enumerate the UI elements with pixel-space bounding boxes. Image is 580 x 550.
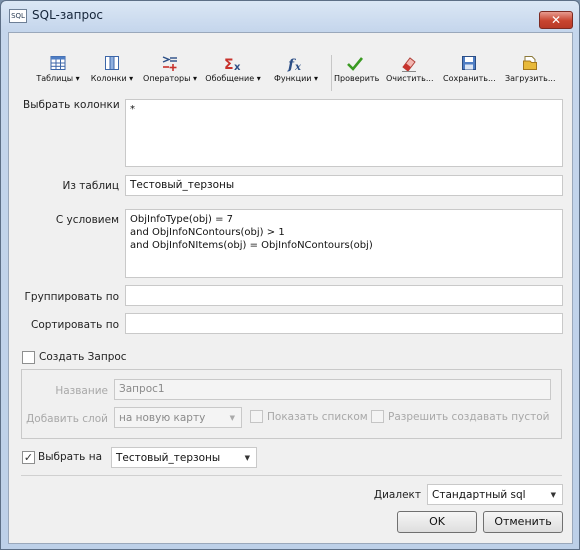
chevron-down-icon: ▼ bbox=[550, 491, 556, 499]
select-on-dropdown[interactable]: Тестовый_терзоны ▼ bbox=[111, 447, 257, 468]
window-title: SQL-запрос bbox=[32, 8, 104, 22]
check-label: Проверить bbox=[334, 74, 380, 83]
columns-icon bbox=[89, 55, 135, 73]
where-label: С условием bbox=[55, 214, 119, 226]
eraser-icon bbox=[386, 55, 432, 73]
save-disk-icon bbox=[443, 55, 495, 73]
sql-app-icon: SQL bbox=[9, 9, 27, 23]
select-on-checkbox[interactable]: ✓ bbox=[22, 451, 35, 464]
where-condition-field[interactable]: ObjInfoType(obj) = 7 and ObjInfoNContour… bbox=[125, 209, 563, 278]
check-button[interactable]: Проверить bbox=[334, 55, 380, 89]
select-columns-field[interactable]: * bbox=[125, 99, 563, 167]
save-button[interactable]: Сохранить... bbox=[443, 55, 496, 89]
query-name-field[interactable]: Запрос1 bbox=[114, 379, 551, 400]
allow-empty-checkbox[interactable] bbox=[371, 410, 384, 423]
load-label: Загрузить... bbox=[505, 74, 556, 83]
create-query-label: Создать Запрос bbox=[39, 351, 127, 363]
sigma-x-icon: Σx bbox=[205, 55, 261, 73]
svg-text:x: x bbox=[294, 62, 302, 73]
toolbar: Таблицы ▾ Колонки ▾ Операторы ▾ Σx Обобщ… bbox=[9, 33, 572, 93]
tables-label: Таблицы ▾ bbox=[36, 74, 80, 83]
aggregate-menu-button[interactable]: Σx Обобщение ▾ bbox=[205, 55, 261, 89]
table-icon bbox=[35, 55, 81, 73]
select-columns-label: Выбрать колонки bbox=[23, 99, 120, 111]
show-list-label: Показать списком bbox=[267, 411, 368, 423]
select-on-value: Тестовый_терзоны bbox=[116, 452, 221, 464]
columns-label: Колонки ▾ bbox=[90, 74, 134, 83]
title-bar[interactable]: SQL SQL-запрос ✕ bbox=[1, 1, 579, 31]
svg-text:Σ: Σ bbox=[224, 57, 234, 73]
select-on-label: Выбрать на bbox=[38, 451, 103, 463]
add-layer-value: на новую карту bbox=[119, 412, 206, 424]
dialect-value: Стандартный sql bbox=[432, 489, 526, 501]
load-button[interactable]: Загрузить... bbox=[505, 55, 556, 89]
group-by-label: Группировать по bbox=[24, 291, 119, 303]
clear-label: Очистить... bbox=[386, 74, 434, 83]
function-fx-icon: fx bbox=[271, 55, 321, 73]
operators-label: Операторы ▾ bbox=[143, 74, 197, 83]
functions-menu-button[interactable]: fx Функции ▾ bbox=[271, 55, 321, 89]
create-query-checkbox[interactable] bbox=[22, 351, 35, 364]
tables-menu-button[interactable]: Таблицы ▾ bbox=[35, 55, 81, 89]
query-name-label: Название bbox=[55, 385, 108, 397]
close-button[interactable]: ✕ bbox=[539, 11, 573, 29]
chevron-down-icon: ▼ bbox=[244, 454, 250, 462]
open-file-icon bbox=[505, 55, 555, 73]
from-tables-label: Из таблиц bbox=[62, 180, 119, 192]
functions-label: Функции ▾ bbox=[273, 74, 319, 83]
operators-menu-button[interactable]: Операторы ▾ bbox=[143, 55, 197, 89]
dialect-label: Диалект bbox=[373, 489, 421, 501]
order-by-field[interactable] bbox=[125, 313, 563, 334]
checkmark-icon bbox=[334, 55, 376, 73]
allow-empty-label: Разрешить создавать пустой bbox=[388, 411, 550, 423]
divider bbox=[21, 475, 562, 476]
toolbar-separator bbox=[331, 55, 332, 91]
columns-menu-button[interactable]: Колонки ▾ bbox=[89, 55, 135, 89]
save-label: Сохранить... bbox=[443, 74, 496, 83]
order-by-label: Сортировать по bbox=[30, 319, 119, 331]
aggregate-label: Обобщение ▾ bbox=[205, 74, 261, 83]
group-by-field[interactable] bbox=[125, 285, 563, 306]
show-list-checkbox[interactable] bbox=[250, 410, 263, 423]
svg-text:x: x bbox=[234, 62, 241, 73]
cancel-button[interactable]: Отменить bbox=[483, 511, 563, 533]
from-tables-field[interactable]: Тестовый_терзоны bbox=[125, 175, 563, 196]
sql-query-window: SQL SQL-запрос ✕ Таблицы ▾ Колонки ▾ Опе… bbox=[0, 0, 580, 550]
ok-button[interactable]: OK bbox=[397, 511, 477, 533]
dialog-body: Таблицы ▾ Колонки ▾ Операторы ▾ Σx Обобщ… bbox=[8, 32, 573, 544]
clear-button[interactable]: Очистить... bbox=[386, 55, 434, 89]
add-layer-dropdown[interactable]: на новую карту ▼ bbox=[114, 407, 242, 428]
dialect-dropdown[interactable]: Стандартный sql ▼ bbox=[427, 484, 563, 505]
chevron-down-icon: ▼ bbox=[229, 414, 235, 422]
operators-icon bbox=[143, 55, 197, 73]
add-layer-label: Добавить слой bbox=[26, 413, 108, 425]
